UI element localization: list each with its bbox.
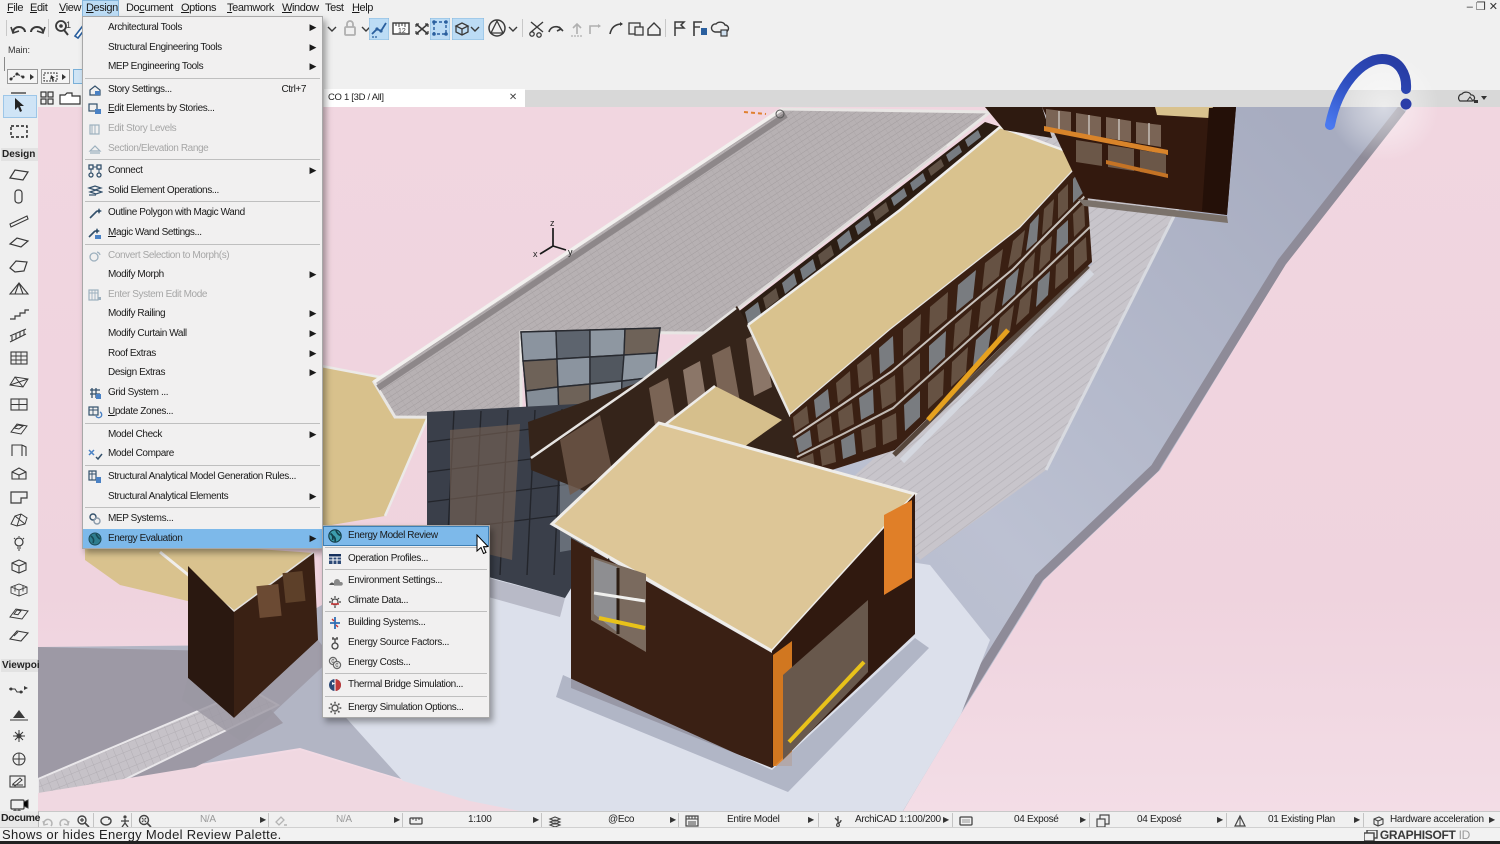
svg-text:z: z <box>550 218 555 228</box>
svg-text:y: y <box>568 247 573 257</box>
svg-text:12: 12 <box>398 28 406 35</box>
svg-text:x: x <box>533 249 538 259</box>
svg-text:¢: ¢ <box>335 662 339 669</box>
